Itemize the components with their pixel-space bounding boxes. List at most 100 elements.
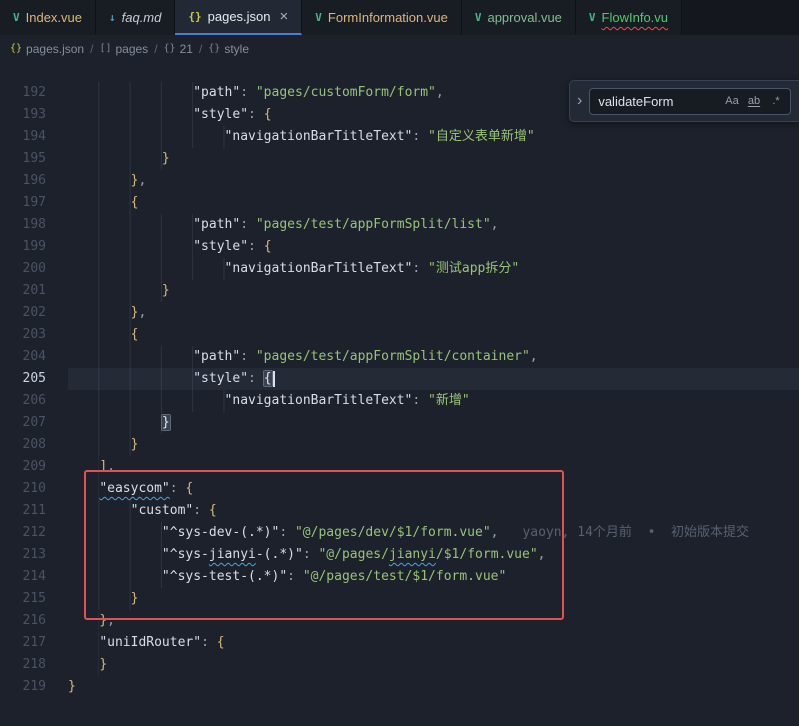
line-number[interactable]: 210 (0, 478, 46, 500)
line-number[interactable]: 209 (0, 456, 46, 478)
chevron-right-icon[interactable]: › (570, 92, 589, 110)
vue-icon: V (315, 11, 322, 24)
code-line-198[interactable]: 198 "path": "pages/test/appFormSplit/lis… (0, 214, 799, 236)
code-line-216[interactable]: 216 }, (0, 610, 799, 632)
code-line-204[interactable]: 204 "path": "pages/test/appFormSplit/con… (0, 346, 799, 368)
code-line-197[interactable]: 197 { (0, 192, 799, 214)
line-number[interactable]: 195 (0, 148, 46, 170)
line-content: "uniIdRouter": { (68, 632, 799, 654)
breadcrumb-label: 21 (180, 42, 193, 56)
breadcrumb-separator: / (199, 42, 202, 56)
line-number[interactable]: 206 (0, 390, 46, 412)
code-line-209[interactable]: 209 ], (0, 456, 799, 478)
code-line-206[interactable]: 206 "navigationBarTitleText": "新增" (0, 390, 799, 412)
code-line-211[interactable]: 211 "custom": { (0, 500, 799, 522)
code-line-219[interactable]: 219} (0, 676, 799, 698)
code-token (68, 302, 131, 324)
code-line-213[interactable]: 213 "^sys-jianyi-(.*)": "@/pages/jianyi/… (0, 544, 799, 566)
line-number[interactable]: 200 (0, 258, 46, 280)
line-number[interactable]: 212 (0, 522, 46, 544)
whole-word-icon[interactable]: ab (744, 91, 764, 111)
vue-icon: V (475, 11, 482, 24)
match-case-icon[interactable]: Aa (722, 91, 742, 111)
code-token: , (107, 613, 115, 628)
code-line-201[interactable]: 201 } (0, 280, 799, 302)
line-number[interactable]: 198 (0, 214, 46, 236)
code-line-207[interactable]: 207 } (0, 412, 799, 434)
code-token: jianyi (209, 547, 256, 562)
line-number[interactable]: 218 (0, 654, 46, 676)
code-line-217[interactable]: 217 "uniIdRouter": { (0, 632, 799, 654)
code-token: : (240, 85, 256, 100)
code-line-210[interactable]: 210 "easycom": { (0, 478, 799, 500)
find-input[interactable]: validateForm Aa ab .* (589, 88, 791, 115)
breadcrumb-item-21[interactable]: {}21 (164, 42, 193, 56)
line-number[interactable]: 204 (0, 346, 46, 368)
code-line-196[interactable]: 196 }, (0, 170, 799, 192)
line-content: "navigationBarTitleText": "测试app拆分" (68, 258, 799, 280)
tab-approval.vue[interactable]: Vapproval.vue (462, 0, 576, 35)
code-token (68, 324, 131, 346)
code-token: : (201, 635, 217, 650)
code-line-212[interactable]: 212 "^sys-dev-(.*)": "@/pages/dev/$1/for… (0, 522, 799, 544)
code-line-215[interactable]: 215 } (0, 588, 799, 610)
line-number[interactable]: 217 (0, 632, 46, 654)
breadcrumb-label: pages.json (26, 42, 84, 56)
tab-faq.md[interactable]: ↓faq.md (96, 0, 175, 35)
code-line-205[interactable]: 205 "style": { (0, 368, 799, 390)
line-number[interactable]: 197 (0, 192, 46, 214)
tab-FlowInfo.vu[interactable]: VFlowInfo.vu (576, 0, 682, 35)
breadcrumb-item-style[interactable]: {}style (208, 42, 249, 56)
tab-pages.json[interactable]: {}pages.json× (175, 0, 302, 35)
line-number[interactable]: 214 (0, 566, 46, 588)
line-number[interactable]: 192 (0, 82, 46, 104)
tab-bar: VIndex.vue↓faq.md{}pages.json×VFormInfor… (0, 0, 799, 35)
breadcrumb-item-pages.json[interactable]: {}pages.json (10, 42, 84, 56)
breadcrumb-item-pages[interactable]: []pages (99, 42, 148, 56)
line-content: } (68, 676, 799, 698)
line-number[interactable]: 207 (0, 412, 46, 434)
line-number[interactable]: 194 (0, 126, 46, 148)
line-number[interactable]: 208 (0, 434, 46, 456)
code-token: : (412, 261, 428, 276)
code-token (68, 478, 99, 500)
line-content: "path": "pages/test/appFormSplit/list", (68, 214, 799, 236)
line-number[interactable]: 202 (0, 302, 46, 324)
line-number[interactable]: 213 (0, 544, 46, 566)
code-token: : (240, 217, 256, 232)
line-number[interactable]: 205 (0, 368, 46, 390)
line-content: } (68, 434, 799, 456)
code-line-218[interactable]: 218 } (0, 654, 799, 676)
tab-Index.vue[interactable]: VIndex.vue (0, 0, 96, 35)
code-token (68, 280, 162, 302)
line-number[interactable]: 219 (0, 676, 46, 698)
line-number[interactable]: 199 (0, 236, 46, 258)
code-line-203[interactable]: 203 { (0, 324, 799, 346)
code-token (68, 236, 193, 258)
line-number[interactable]: 216 (0, 610, 46, 632)
code-token (68, 522, 162, 544)
code-line-202[interactable]: 202 }, (0, 302, 799, 324)
code-line-208[interactable]: 208 } (0, 434, 799, 456)
code-token: } (99, 613, 107, 628)
line-number[interactable]: 193 (0, 104, 46, 126)
code-token: "^sys-test-(.*)" (162, 569, 287, 584)
code-line-214[interactable]: 214 "^sys-test-(.*)": "@/pages/test/$1/f… (0, 566, 799, 588)
regex-icon[interactable]: .* (766, 91, 786, 111)
editor-pane[interactable]: 192 "path": "pages/customForm/form",193 … (0, 62, 799, 726)
tab-FormInformation.vue[interactable]: VFormInformation.vue (302, 0, 462, 35)
line-number[interactable]: 215 (0, 588, 46, 610)
code-line-194[interactable]: 194 "navigationBarTitleText": "自定义表单新增" (0, 126, 799, 148)
code-line-200[interactable]: 200 "navigationBarTitleText": "测试app拆分" (0, 258, 799, 280)
code-token: "easycom" (99, 481, 169, 496)
code-token: { (209, 503, 217, 518)
line-number[interactable]: 201 (0, 280, 46, 302)
line-number[interactable]: 211 (0, 500, 46, 522)
code-line-199[interactable]: 199 "style": { (0, 236, 799, 258)
line-content: "style": { (68, 368, 799, 390)
code-line-195[interactable]: 195 } (0, 148, 799, 170)
close-icon[interactable]: × (280, 9, 289, 24)
line-content: } (68, 280, 799, 302)
line-number[interactable]: 196 (0, 170, 46, 192)
line-number[interactable]: 203 (0, 324, 46, 346)
